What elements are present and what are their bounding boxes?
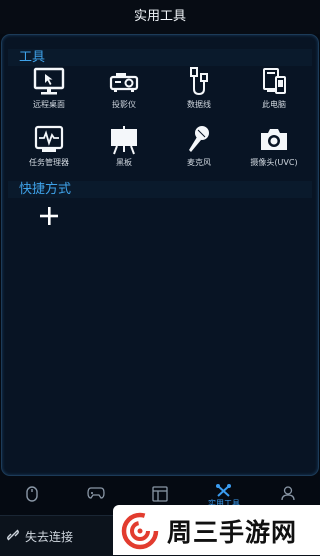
camera-icon	[261, 129, 287, 150]
tool-data-cable[interactable]: 数据线	[161, 67, 237, 117]
tool-this-pc[interactable]: 此电脑	[236, 67, 312, 117]
plus-icon[interactable]	[38, 205, 60, 227]
blackboard-icon	[111, 126, 137, 155]
tool-label: 此电脑	[262, 100, 286, 109]
shortcuts-section-title: 快捷方式	[19, 182, 72, 197]
watermark: 周三手游网	[113, 505, 320, 555]
tool-label: 麦克风	[187, 158, 211, 167]
tools-section-header: 工具	[8, 49, 312, 66]
tool-remote-desktop[interactable]: 远程桌面	[11, 67, 87, 117]
tool-label: 数据线	[187, 100, 211, 109]
tool-label: 远程桌面	[33, 100, 65, 109]
task-monitor-icon	[34, 125, 64, 152]
user-icon	[281, 486, 295, 501]
tool-blackboard[interactable]: 黑板	[86, 125, 162, 175]
layout-icon	[152, 486, 168, 502]
tool-label: 任务管理器	[29, 158, 69, 167]
computer-icon	[263, 68, 286, 94]
mouse-icon	[26, 486, 38, 502]
watermark-text: 周三手游网	[167, 518, 298, 547]
tool-label: 摄像头(UVC)	[250, 158, 298, 167]
shortcuts-section-header: 快捷方式	[8, 181, 312, 198]
tools-icon	[216, 484, 231, 497]
projector-icon	[109, 73, 139, 92]
monitor-icon	[33, 67, 65, 95]
microphone-icon	[189, 126, 209, 152]
tool-camera-uvc[interactable]: 摄像头(UVC)	[236, 125, 312, 175]
link-broken-icon	[7, 529, 19, 541]
tab-mouse[interactable]	[0, 481, 64, 509]
tool-label: 黑板	[116, 158, 132, 167]
connection-status-text: 失去连接	[25, 530, 74, 544]
page-title: 实用工具	[0, 0, 320, 34]
tool-projector[interactable]: 投影仪	[86, 67, 162, 117]
gamepad-icon	[87, 487, 105, 499]
tool-label: 投影仪	[112, 100, 136, 109]
tools-section-title: 工具	[19, 50, 46, 65]
tool-task-manager[interactable]: 任务管理器	[11, 125, 87, 175]
watermark-logo-icon	[121, 512, 159, 550]
tool-microphone[interactable]: 麦克风	[161, 125, 237, 175]
tools-panel: 工具 远程桌面 投影仪 数据线 此电脑 任务管理器 黑板 麦克风 摄像头(UVC…	[1, 34, 319, 476]
usb-cable-icon	[190, 67, 208, 96]
